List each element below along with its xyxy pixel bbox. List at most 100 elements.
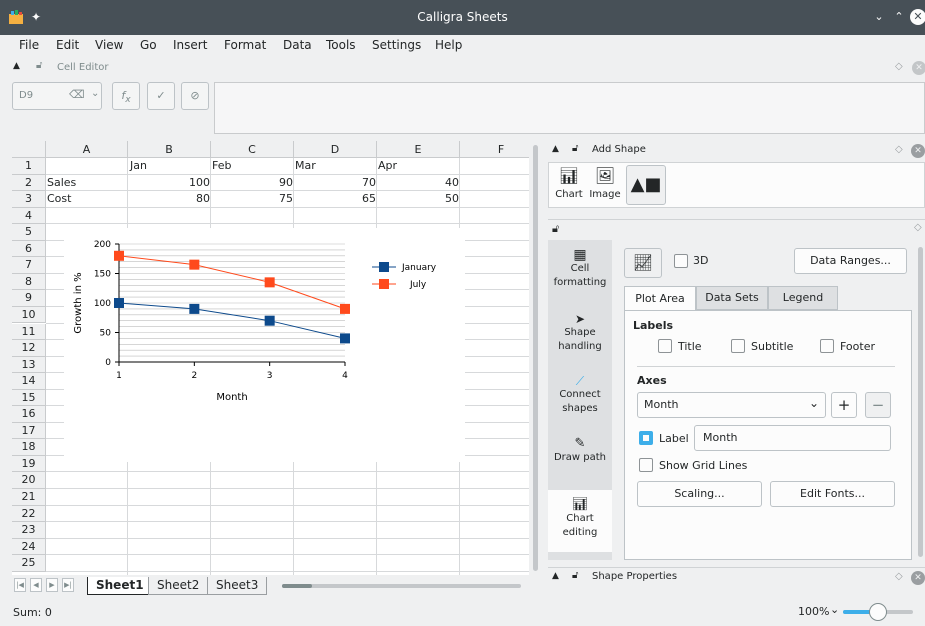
row-header-13[interactable]: 13 <box>12 356 46 374</box>
zoom-value[interactable]: 100% <box>798 605 829 618</box>
data-ranges-button[interactable]: Data Ranges... <box>794 248 907 274</box>
footer-checkbox[interactable] <box>820 339 834 353</box>
subtitle-checkbox[interactable] <box>731 339 745 353</box>
row-header-25[interactable]: 25 <box>12 555 46 572</box>
axis-select[interactable]: Month ⌄ <box>637 392 826 418</box>
menu-insert[interactable]: Insert <box>173 38 207 52</box>
row-header-10[interactable]: 10 <box>12 306 46 324</box>
row-header-22[interactable]: 22 <box>12 505 46 523</box>
cell-e1[interactable]: Apr <box>378 158 397 174</box>
row-header-4[interactable]: 4 <box>12 207 46 225</box>
cell-e3[interactable]: 50 <box>377 191 459 207</box>
formula-input[interactable] <box>214 82 925 134</box>
row-header-1[interactable]: 1 <box>12 158 46 175</box>
shapes-icon[interactable]: ▲■ <box>626 165 666 205</box>
first-sheet-icon[interactable]: |◀ <box>14 578 26 592</box>
cell-a3[interactable]: Cost <box>47 191 71 207</box>
row-header-21[interactable]: 21 <box>12 489 46 506</box>
row-header-24[interactable]: 24 <box>12 538 46 556</box>
corner-header[interactable] <box>12 141 46 158</box>
row-header-3[interactable]: 3 <box>12 191 46 208</box>
remove-axis-button[interactable]: − <box>865 392 891 418</box>
cell-c3[interactable]: 75 <box>211 191 293 207</box>
title-checkbox[interactable] <box>658 339 672 353</box>
row-header-17[interactable]: 17 <box>12 422 46 440</box>
row-header-11[interactable]: 11 <box>12 323 46 340</box>
row-header-15[interactable]: 15 <box>12 389 46 407</box>
tool-chart-editing[interactable]: 📊︎ Chart editing <box>548 498 612 540</box>
tab-sheet1[interactable]: Sheet1 <box>87 577 153 595</box>
tool-lock-icon[interactable]: 🔓︎ <box>552 222 559 236</box>
embedded-chart[interactable]: 0 50 100 150 200 1 2 3 4 Month Growth in % January J… <box>64 228 465 462</box>
float-icon[interactable]: ◇ <box>895 571 903 582</box>
collapse-icon[interactable]: ▲ <box>552 571 559 581</box>
zoom-slider[interactable] <box>843 603 913 621</box>
label-checkbox[interactable] <box>639 431 653 445</box>
cell-c2[interactable]: 90 <box>211 175 293 191</box>
cell-b1[interactable]: Jan <box>130 158 147 174</box>
vertical-scrollbar[interactable] <box>531 141 541 575</box>
tab-plot-area[interactable]: Plot Area <box>624 286 696 311</box>
lock-icon[interactable]: 🔓︎ <box>572 143 578 154</box>
cell-editor-close-icon[interactable]: ✕ <box>912 61 925 75</box>
column-header-a[interactable]: A <box>46 141 128 158</box>
clear-icon[interactable]: ⌫ <box>69 88 85 101</box>
collapse-icon[interactable]: ▲ <box>552 144 559 154</box>
axis-label-input[interactable]: Month <box>694 425 891 451</box>
cell-reference-box[interactable]: D9 ⌫ ⌄ <box>12 82 102 110</box>
cell-b3[interactable]: 80 <box>128 191 210 207</box>
close-icon[interactable]: ✕ <box>910 9 925 25</box>
function-icon[interactable]: fx <box>112 82 140 110</box>
row-header-19[interactable]: 19 <box>12 455 46 473</box>
menu-view[interactable]: View <box>95 38 123 52</box>
column-header-f[interactable]: F <box>460 141 529 158</box>
row-header-5[interactable]: 5 <box>12 224 46 241</box>
row-header-7[interactable]: 7 <box>12 257 46 274</box>
tool-float-icon[interactable]: ◇ <box>914 222 922 233</box>
row-header-6[interactable]: 6 <box>12 240 46 258</box>
row-header-23[interactable]: 23 <box>12 522 46 539</box>
column-header-e[interactable]: E <box>377 141 460 158</box>
last-sheet-icon[interactable]: ▶| <box>62 578 74 592</box>
cell-d3[interactable]: 65 <box>294 191 376 207</box>
tab-sheet2[interactable]: Sheet2 <box>148 577 209 595</box>
row-header-16[interactable]: 16 <box>12 406 46 423</box>
float-icon[interactable]: ◇ <box>895 61 903 72</box>
row-header-2[interactable]: 2 <box>12 174 46 192</box>
row-header-9[interactable]: 9 <box>12 290 46 307</box>
edit-fonts-button[interactable]: Edit Fonts... <box>770 481 895 507</box>
shape-image[interactable]: 🖼︎ Image <box>587 165 623 205</box>
vertical-scroll-thumb[interactable] <box>533 145 538 571</box>
row-header-20[interactable]: 20 <box>12 472 46 489</box>
row-header-12[interactable]: 12 <box>12 340 46 357</box>
cell-b2[interactable]: 100 <box>128 175 210 191</box>
column-header-c[interactable]: C <box>211 141 294 158</box>
cell-d1[interactable]: Mar <box>295 158 316 174</box>
tool-draw-path[interactable]: ✎ Draw path <box>548 437 612 465</box>
tab-legend[interactable]: Legend <box>768 286 838 310</box>
row-header-14[interactable]: 14 <box>12 373 46 390</box>
minimize-icon[interactable]: ⌄ <box>871 9 887 25</box>
horizontal-scroll-thumb[interactable] <box>282 584 312 588</box>
menu-edit[interactable]: Edit <box>56 38 79 52</box>
tab-data-sets[interactable]: Data Sets <box>696 286 768 310</box>
column-header-b[interactable]: B <box>128 141 211 158</box>
cell-d2[interactable]: 70 <box>294 175 376 191</box>
float-icon[interactable]: ◇ <box>895 144 903 155</box>
horizontal-scrollbar[interactable] <box>282 584 521 588</box>
prev-sheet-icon[interactable]: ◀ <box>30 578 42 592</box>
zoom-slider-handle[interactable] <box>869 603 887 621</box>
add-shape-close-icon[interactable]: ✕ <box>911 144 925 158</box>
menu-help[interactable]: Help <box>435 38 462 52</box>
add-axis-button[interactable]: + <box>831 392 857 418</box>
cell-e2[interactable]: 40 <box>377 175 459 191</box>
shape-properties-close-icon[interactable]: ✕ <box>911 571 925 585</box>
cancel-icon[interactable]: ⊘ <box>181 82 209 110</box>
menu-go[interactable]: Go <box>140 38 157 52</box>
cell-a2[interactable]: Sales <box>47 175 76 191</box>
lock-icon[interactable]: 🔓︎ <box>36 60 42 71</box>
tool-panel-scrollbar[interactable] <box>918 247 923 557</box>
3d-checkbox[interactable] <box>674 254 688 268</box>
maximize-icon[interactable]: ⌃ <box>891 9 907 25</box>
tool-cell-formatting[interactable]: ▦ Cell formatting <box>548 248 612 290</box>
